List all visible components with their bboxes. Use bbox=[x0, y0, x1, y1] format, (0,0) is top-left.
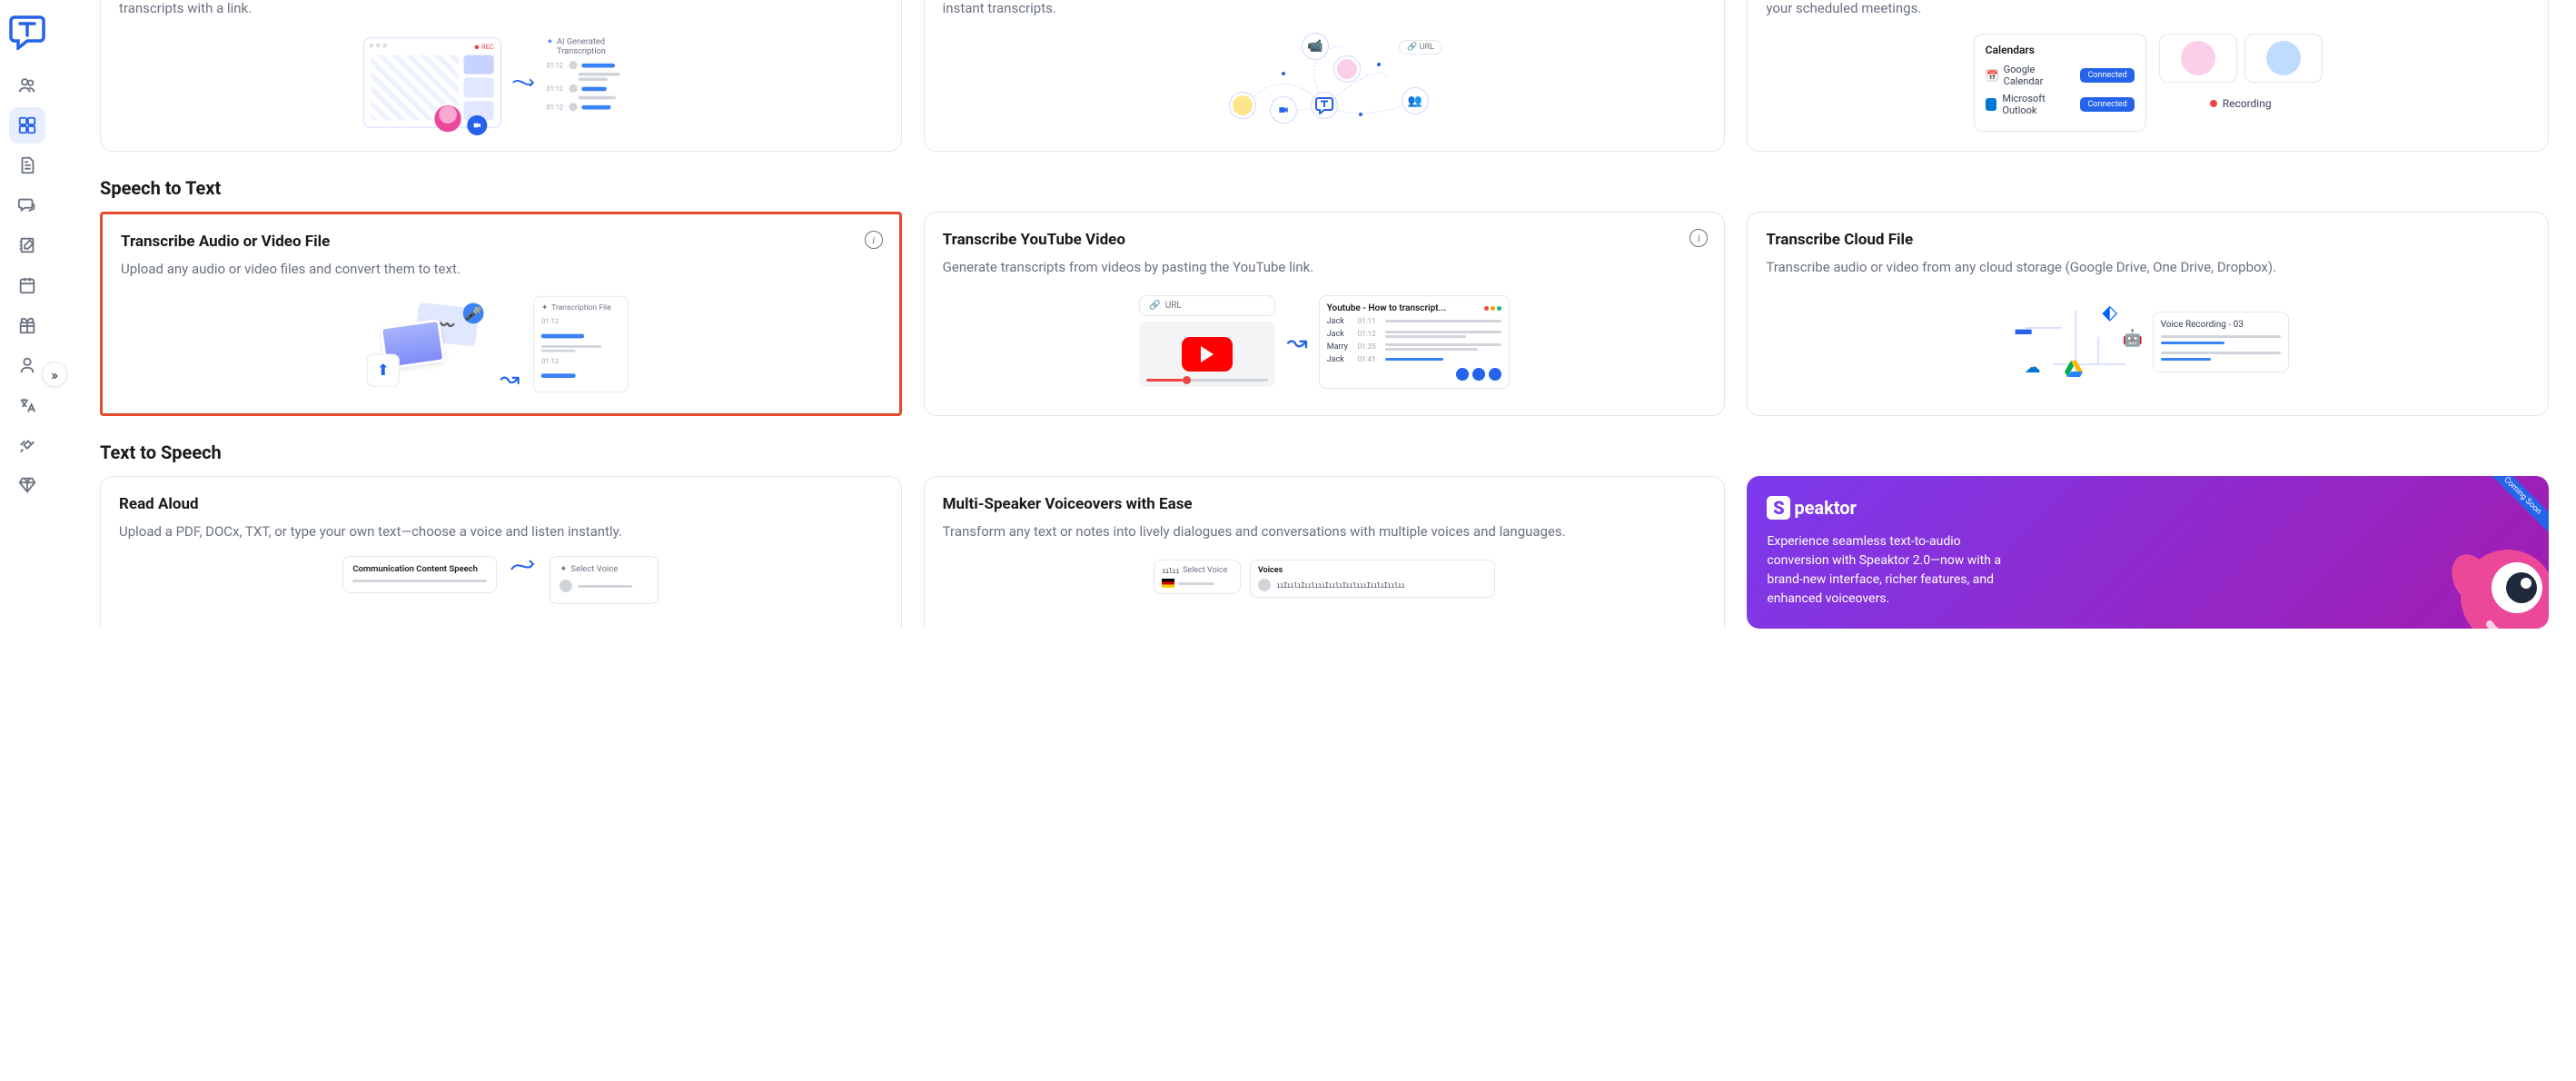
card-transcribe-cloud[interactable]: Transcribe Cloud File Transcribe audio o… bbox=[1747, 212, 2549, 416]
nav-dashboard-icon[interactable] bbox=[9, 107, 45, 144]
top-card-1-desc: transcripts with a link. bbox=[100, 0, 902, 24]
card-speaktor-promo[interactable]: Coming Soon Speaktor Experience seamless… bbox=[1747, 476, 2549, 629]
nav-document-icon[interactable] bbox=[9, 147, 45, 183]
top-card-2-desc: instant transcripts. bbox=[924, 0, 1726, 24]
nav-profile-icon[interactable] bbox=[9, 347, 45, 383]
nav-calendar-icon[interactable] bbox=[9, 267, 45, 303]
card-read-aloud[interactable]: Read Aloud Upload a PDF, DOCx, TXT, or t… bbox=[100, 476, 902, 629]
calendars-panel: Calendars 📅Google CalendarConnected Micr… bbox=[1974, 34, 2146, 132]
camera-icon bbox=[467, 115, 487, 135]
avatar bbox=[1229, 92, 1256, 119]
nav-translate-icon[interactable] bbox=[9, 387, 45, 423]
section-title-stt: Speech to Text bbox=[100, 177, 2549, 199]
top-card-3[interactable]: Calendars 📅Google CalendarConnected Micr… bbox=[1747, 24, 2549, 152]
arrow-icon: ↝ bbox=[1286, 327, 1307, 357]
main-content: transcripts with a link. instant transcr… bbox=[54, 0, 2576, 1081]
avatar bbox=[2159, 34, 2237, 83]
top-card-2[interactable]: 📹 👥 🔗 URL bbox=[924, 24, 1726, 152]
video-icon bbox=[1270, 96, 1297, 124]
card-desc: Upload any audio or video files and conv… bbox=[121, 260, 881, 279]
read-aloud-illustration: Communication Content Speech ✦ Select Vo… bbox=[342, 556, 659, 604]
recording-window-illustration: REC bbox=[363, 37, 501, 127]
app-logo[interactable] bbox=[8, 13, 46, 51]
avatar bbox=[2244, 34, 2323, 83]
avatar bbox=[432, 104, 462, 134]
top-card-3-desc: your scheduled meetings. bbox=[1747, 0, 2549, 24]
nav-plug-icon[interactable] bbox=[9, 427, 45, 463]
cloud-illustration: ▬ ⬖ ☁ 🤖 Voice Recording - 03 bbox=[2007, 301, 2289, 382]
nav-notes-icon[interactable] bbox=[9, 227, 45, 263]
speaktor-logo: Speaktor bbox=[1767, 496, 2529, 520]
germany-flag-icon bbox=[1162, 579, 1174, 588]
card-title: Transcribe YouTube Video bbox=[943, 231, 1707, 249]
sidebar: » bbox=[0, 0, 54, 1081]
playback-controls bbox=[1327, 368, 1501, 381]
arrow-icon: ↝ bbox=[500, 364, 520, 392]
card-multi-speaker[interactable]: Multi-Speaker Voiceovers with Ease Trans… bbox=[924, 476, 1726, 629]
app-logo-icon bbox=[1311, 92, 1338, 119]
meet-icon: 📹 bbox=[1302, 33, 1329, 60]
bot-icon: 🤖 bbox=[2121, 326, 2145, 350]
teams-icon: 👥 bbox=[1402, 87, 1429, 114]
sidebar-expand-button[interactable]: » bbox=[42, 362, 67, 387]
upload-illustration: 〰️🎤 ⬆ ↝ ✦ Transcription File 01:12 01:12 bbox=[373, 296, 629, 392]
dropbox-icon: ⬖ bbox=[2098, 301, 2122, 324]
transcript-illustration: AI Generated Transcription 01:12 01:12 0… bbox=[546, 37, 638, 114]
onedrive-icon: ☁ bbox=[2021, 355, 2045, 379]
card-desc: Upload a PDF, DOCx, TXT, or type your ow… bbox=[119, 522, 883, 541]
google-calendar-icon: 📅 bbox=[1986, 69, 1998, 82]
nav-gift-icon[interactable] bbox=[9, 307, 45, 343]
youtube-play-icon bbox=[1139, 322, 1275, 387]
nav-team-icon[interactable] bbox=[9, 67, 45, 104]
youtube-illustration: 🔗 URL ↝ Youtube - How to transcript... J… bbox=[1139, 295, 1509, 389]
file-icon: ▬ bbox=[2012, 317, 2036, 341]
card-title: Transcribe Cloud File bbox=[1766, 231, 2530, 249]
top-card-1[interactable]: REC AI Generated Transcription 01:12 01:… bbox=[100, 24, 902, 152]
nav-chat-icon[interactable] bbox=[9, 187, 45, 223]
card-title: Read Aloud bbox=[119, 495, 883, 513]
google-drive-icon bbox=[2062, 357, 2086, 381]
multi-speaker-illustration: ıılııSelect Voice Voices ııIıılıIıılıııI… bbox=[1154, 560, 1495, 598]
mic-icon: 🎤 bbox=[461, 302, 484, 324]
card-title: Multi-Speaker Voiceovers with Ease bbox=[943, 495, 1707, 513]
speaktor-desc: Experience seamless text-to-audio conver… bbox=[1767, 532, 2003, 609]
mascot-illustration bbox=[2440, 529, 2549, 629]
recording-status: Recording bbox=[2210, 97, 2272, 110]
info-icon[interactable]: i bbox=[865, 231, 883, 249]
url-badge: 🔗 URL bbox=[1399, 40, 1442, 55]
outlook-icon bbox=[1986, 98, 1997, 111]
card-transcribe-file[interactable]: i Transcribe Audio or Video File Upload … bbox=[100, 212, 902, 416]
chevron-right-icon: » bbox=[51, 366, 58, 383]
rec-badge: REC bbox=[475, 44, 494, 51]
arrow-icon bbox=[510, 556, 537, 574]
upload-icon: ⬆ bbox=[366, 353, 399, 386]
network-illustration: 📹 👥 🔗 URL bbox=[1197, 33, 1451, 133]
section-title-tts: Text to Speech bbox=[100, 441, 2549, 463]
card-desc: Transform any text or notes into lively … bbox=[943, 522, 1707, 541]
card-desc: Generate transcripts from videos by past… bbox=[943, 258, 1707, 277]
card-desc: Transcribe audio or video from any cloud… bbox=[1766, 258, 2530, 277]
card-transcribe-youtube[interactable]: i Transcribe YouTube Video Generate tran… bbox=[924, 212, 1726, 416]
nav-diamond-icon[interactable] bbox=[9, 467, 45, 503]
arrow-icon bbox=[511, 74, 537, 91]
avatar bbox=[1333, 55, 1361, 83]
card-title: Transcribe Audio or Video File bbox=[121, 233, 881, 251]
